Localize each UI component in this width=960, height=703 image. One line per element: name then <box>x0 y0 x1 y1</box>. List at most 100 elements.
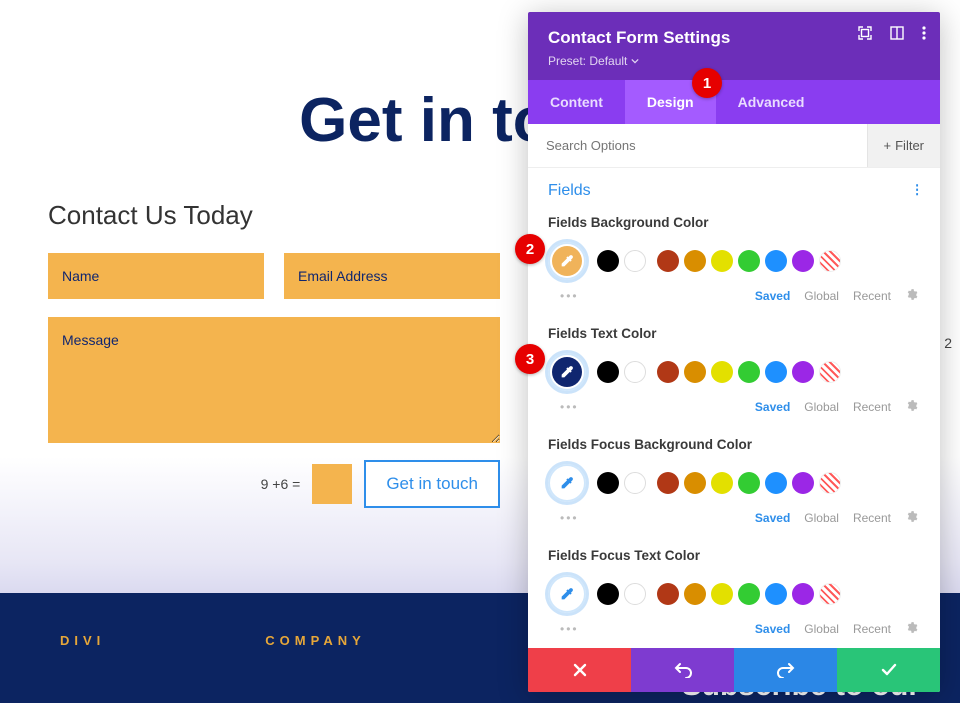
color-swatch[interactable] <box>657 361 679 383</box>
submit-button[interactable]: Get in touch <box>364 460 500 508</box>
tab-content[interactable]: Content <box>528 80 625 124</box>
panel-tabs: Content Design Advanced <box>528 80 940 124</box>
option-group: Fields Text Color ••• Saved Global Recent <box>548 326 920 415</box>
color-picker-button[interactable] <box>548 464 586 502</box>
more-dots[interactable]: ••• <box>550 511 579 525</box>
color-swatch[interactable] <box>711 583 733 605</box>
redo-icon <box>777 662 795 678</box>
transparent-swatch[interactable] <box>819 583 841 605</box>
palette-recent[interactable]: Recent <box>853 400 891 414</box>
more-icon[interactable] <box>922 26 926 40</box>
more-dots[interactable]: ••• <box>550 289 579 303</box>
palette-global[interactable]: Global <box>804 622 839 636</box>
settings-panel: Contact Form Settings Preset: Default Co… <box>528 12 940 692</box>
color-swatch[interactable] <box>657 250 679 272</box>
undo-button[interactable] <box>631 648 734 692</box>
name-field[interactable] <box>48 253 264 299</box>
color-swatch[interactable] <box>792 583 814 605</box>
color-picker-button[interactable] <box>548 242 586 280</box>
eyedropper-icon <box>559 364 575 380</box>
message-field[interactable] <box>48 317 500 443</box>
palette-recent[interactable]: Recent <box>853 622 891 636</box>
color-swatch[interactable] <box>765 472 787 494</box>
annotation-badge-2: 2 <box>515 234 545 264</box>
color-swatch[interactable] <box>792 472 814 494</box>
section-more-icon[interactable]: ⁝ <box>914 180 920 201</box>
color-swatch[interactable] <box>597 583 619 605</box>
gear-icon[interactable] <box>905 288 918 304</box>
palette-recent[interactable]: Recent <box>853 511 891 525</box>
search-input[interactable] <box>528 124 867 167</box>
color-swatch[interactable] <box>684 250 706 272</box>
color-swatch[interactable] <box>597 472 619 494</box>
color-swatch[interactable] <box>711 472 733 494</box>
color-swatch[interactable] <box>765 583 787 605</box>
palette-saved[interactable]: Saved <box>755 289 790 303</box>
page-peek-number: 2 <box>944 335 952 351</box>
color-swatch[interactable] <box>792 250 814 272</box>
more-dots[interactable]: ••• <box>550 400 579 414</box>
swatch-row <box>548 242 920 280</box>
cancel-button[interactable] <box>528 648 631 692</box>
color-swatch[interactable] <box>684 361 706 383</box>
swatch-row <box>548 353 920 391</box>
filter-button[interactable]: + Filter <box>867 124 940 167</box>
gear-icon[interactable] <box>905 621 918 637</box>
option-label: Fields Text Color <box>548 326 920 341</box>
transparent-swatch[interactable] <box>819 361 841 383</box>
color-swatch[interactable] <box>738 472 760 494</box>
footer-col-divi: DIVI <box>60 633 105 648</box>
expand-icon[interactable] <box>858 26 872 40</box>
color-swatch[interactable] <box>657 472 679 494</box>
color-swatch[interactable] <box>624 472 646 494</box>
palette-global[interactable]: Global <box>804 511 839 525</box>
chevron-down-icon <box>631 57 639 65</box>
color-swatch[interactable] <box>657 583 679 605</box>
color-swatch[interactable] <box>624 361 646 383</box>
option-label: Fields Background Color <box>548 215 920 230</box>
color-swatch[interactable] <box>597 361 619 383</box>
palette-global[interactable]: Global <box>804 400 839 414</box>
color-swatch[interactable] <box>711 250 733 272</box>
color-swatch[interactable] <box>738 361 760 383</box>
palette-saved[interactable]: Saved <box>755 622 790 636</box>
color-swatch[interactable] <box>711 361 733 383</box>
undo-icon <box>674 662 692 678</box>
color-swatch[interactable] <box>624 250 646 272</box>
tab-advanced[interactable]: Advanced <box>716 80 827 124</box>
color-picker-button[interactable] <box>548 575 586 613</box>
eyedropper-icon <box>559 586 575 602</box>
section-title[interactable]: Fields <box>548 182 591 200</box>
color-swatch[interactable] <box>738 583 760 605</box>
more-dots[interactable]: ••• <box>550 622 579 636</box>
color-swatch[interactable] <box>597 250 619 272</box>
footer-col-company: COMPANY <box>265 633 365 648</box>
gear-icon[interactable] <box>905 399 918 415</box>
transparent-swatch[interactable] <box>819 250 841 272</box>
palette-saved[interactable]: Saved <box>755 400 790 414</box>
color-swatch[interactable] <box>765 250 787 272</box>
redo-button[interactable] <box>734 648 837 692</box>
check-icon <box>881 663 897 677</box>
confirm-button[interactable] <box>837 648 940 692</box>
columns-icon[interactable] <box>890 26 904 40</box>
palette-recent[interactable]: Recent <box>853 289 891 303</box>
email-field[interactable] <box>284 253 500 299</box>
palette-global[interactable]: Global <box>804 289 839 303</box>
option-label: Fields Focus Text Color <box>548 548 920 563</box>
color-swatch[interactable] <box>684 472 706 494</box>
color-swatch[interactable] <box>624 583 646 605</box>
gear-icon[interactable] <box>905 510 918 526</box>
color-swatch[interactable] <box>684 583 706 605</box>
palette-saved[interactable]: Saved <box>755 511 790 525</box>
preset-selector[interactable]: Preset: Default <box>548 54 639 68</box>
eyedropper-icon <box>559 253 575 269</box>
color-swatch[interactable] <box>738 250 760 272</box>
captcha-input[interactable] <box>312 464 352 504</box>
swatch-row <box>548 575 920 613</box>
annotation-badge-3: 3 <box>515 344 545 374</box>
color-swatch[interactable] <box>792 361 814 383</box>
color-swatch[interactable] <box>765 361 787 383</box>
color-picker-button[interactable] <box>548 353 586 391</box>
transparent-swatch[interactable] <box>819 472 841 494</box>
